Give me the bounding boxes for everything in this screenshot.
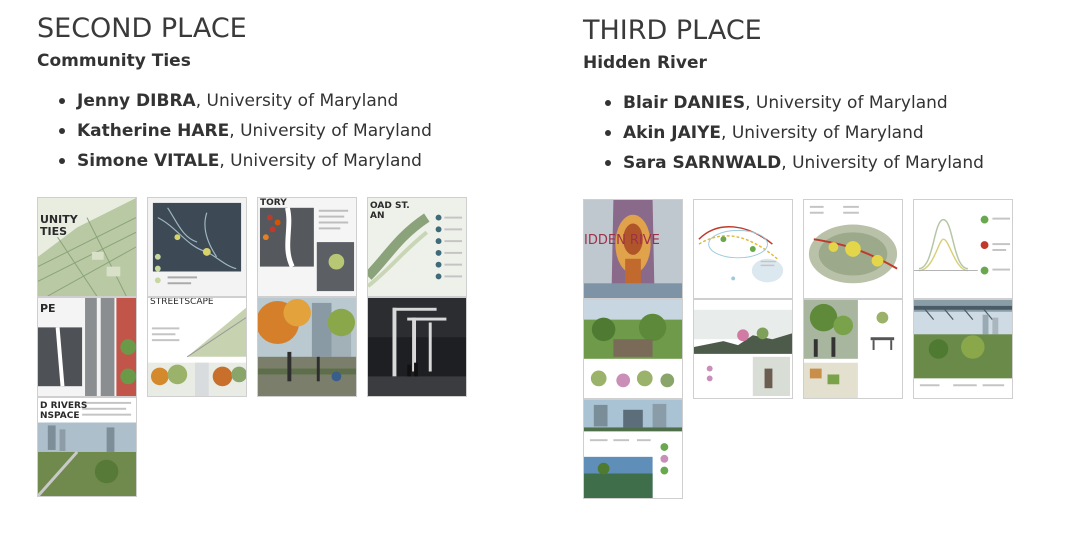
gallery-thumbnail[interactable]	[913, 299, 1013, 399]
gallery-thumbnail[interactable]: PE	[37, 297, 137, 397]
gallery-thumbnail[interactable]	[803, 199, 903, 299]
thumbnail-caption: NSPACE	[40, 411, 80, 421]
thumbnail-caption: TORY	[260, 198, 287, 208]
gallery-thumbnail[interactable]	[583, 299, 683, 399]
gallery-thumbnail[interactable]	[693, 299, 793, 399]
member-affiliation: , University of Maryland	[229, 121, 432, 141]
list-item: Katherine HARE, University of Maryland	[55, 116, 517, 146]
thumbnail-caption: PE	[40, 302, 56, 315]
second-place-members-list: Jenny DIBRA, University of Maryland Kath…	[37, 86, 517, 176]
bullet-icon	[605, 100, 611, 106]
gallery-thumbnail[interactable]: UNITY TIES	[37, 197, 137, 297]
thumbnail-caption: OAD ST.	[370, 201, 410, 211]
list-item: Sara SARNWALD, University of Maryland	[601, 148, 1053, 178]
member-affiliation: , University of Maryland	[781, 153, 984, 173]
gallery-thumbnail[interactable]	[693, 199, 793, 299]
gallery-thumbnail[interactable]	[803, 299, 903, 399]
second-place-section: SECOND PLACE Community Ties Jenny DIBRA,…	[37, 0, 517, 497]
member-name: Blair DANIES	[623, 93, 746, 113]
member-name: Akin JAIYE	[623, 123, 722, 143]
bullet-icon	[605, 160, 611, 166]
gallery-thumbnail[interactable]	[583, 399, 683, 499]
second-place-heading: SECOND PLACE	[37, 13, 247, 44]
list-item: Blair DANIES, University of Maryland	[601, 88, 1053, 118]
member-affiliation: , University of Maryland	[219, 151, 422, 171]
bullet-icon	[59, 98, 65, 104]
gallery-thumbnail[interactable]	[257, 297, 357, 397]
gallery-thumbnail[interactable]: D RIVERS NSPACE	[37, 397, 137, 497]
list-item: Akin JAIYE, University of Maryland	[601, 118, 1053, 148]
gallery-thumbnail[interactable]	[147, 197, 247, 297]
second-place-project-name: Community Ties	[37, 51, 191, 71]
thumbnail-caption: D RIVERS	[40, 401, 88, 411]
bullet-icon	[605, 130, 611, 136]
thumbnail-caption: AN	[370, 211, 385, 221]
third-place-section: THIRD PLACE Hidden River Blair DANIES, U…	[583, 0, 1053, 499]
third-place-heading: THIRD PLACE	[583, 15, 762, 46]
thumbnail-caption: STREETSCAPE	[150, 297, 214, 307]
third-place-project-name: Hidden River	[583, 53, 707, 73]
member-name: Katherine HARE	[77, 121, 230, 141]
thumbnail-caption: TIES	[40, 225, 68, 238]
member-affiliation: , University of Maryland	[195, 91, 399, 111]
bullet-icon	[59, 128, 65, 134]
member-affiliation: , University of Maryland	[745, 93, 948, 113]
gallery-thumbnail[interactable]	[913, 199, 1013, 299]
list-item: Simone VITALE, University of Maryland	[55, 146, 517, 176]
member-affiliation: , University of Maryland	[721, 123, 924, 143]
member-name: Sara SARNWALD	[623, 153, 782, 173]
third-place-gallery: IDDEN RIVE	[583, 199, 1013, 499]
list-item: Jenny DIBRA, University of Maryland	[55, 86, 517, 116]
gallery-thumbnail[interactable]: STREETSCAPE	[147, 297, 247, 397]
gallery-thumbnail[interactable]	[367, 297, 467, 397]
gallery-thumbnail[interactable]: OAD ST. AN	[367, 197, 467, 297]
third-place-members-list: Blair DANIES, University of Maryland Aki…	[583, 88, 1053, 178]
gallery-thumbnail[interactable]: IDDEN RIVE	[583, 199, 683, 299]
gallery-thumbnail[interactable]: TORY	[257, 197, 357, 297]
thumbnail-caption: IDDEN RIVE	[584, 233, 660, 248]
bullet-icon	[59, 158, 65, 164]
second-place-gallery: UNITY TIES TORY OAD ST. AN PE STREETSCAP…	[37, 197, 467, 497]
member-name: Simone VITALE	[77, 151, 220, 171]
member-name: Jenny DIBRA	[77, 91, 196, 111]
